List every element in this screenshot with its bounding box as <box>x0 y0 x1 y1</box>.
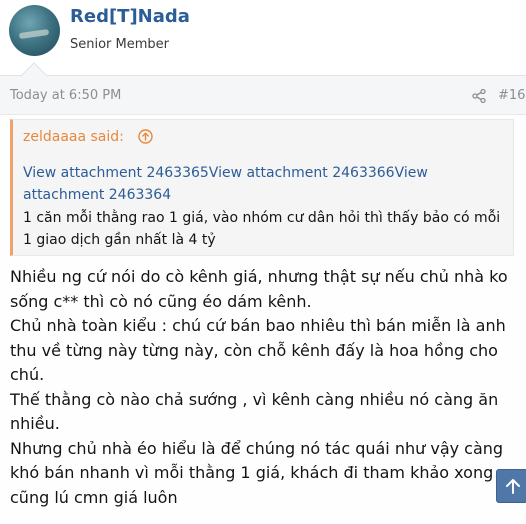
share-icon[interactable] <box>472 89 486 103</box>
attachment-links[interactable]: View attachment 2463365View attachment 2… <box>23 162 513 206</box>
post-timestamp[interactable]: Today at 6:50 PM <box>10 88 121 103</box>
arrow-up-circle-icon[interactable] <box>138 129 153 144</box>
username-link[interactable]: Red[T]Nada <box>70 6 190 27</box>
post-meta-bar: Today at 6:50 PM #16 <box>0 75 526 115</box>
post-paragraph: Nhiều ng cứ nói do cò kênh giá, nhưng th… <box>10 267 508 311</box>
quote-author[interactable]: zeldaaaa said: <box>23 129 124 145</box>
arrow-up-icon <box>506 479 520 494</box>
user-title: Senior Member <box>70 37 170 52</box>
post-user-header: Red[T]Nada Senior Member <box>0 0 526 75</box>
post-paragraph: Chủ nhà toàn kiểu : chú cứ bán bao nhiêu… <box>10 316 506 384</box>
post-paragraph: Thế thằng cò nào chả sướng , vì kênh càn… <box>10 389 499 434</box>
quote-block: zeldaaaa said: View attachment 2463365Vi… <box>10 119 514 256</box>
scroll-to-top-button[interactable] <box>496 469 526 503</box>
post-number-link[interactable]: #16 <box>498 88 525 103</box>
post-body: Nhiều ng cứ nói do cò kênh giá, nhưng th… <box>10 265 522 510</box>
quote-text: 1 căn mỗi thằng rao 1 giá, vào nhóm cư d… <box>23 210 501 248</box>
avatar[interactable] <box>9 5 60 56</box>
post-paragraph: Nhưng chủ nhà éo hiểu là để chúng nó tác… <box>10 438 504 507</box>
